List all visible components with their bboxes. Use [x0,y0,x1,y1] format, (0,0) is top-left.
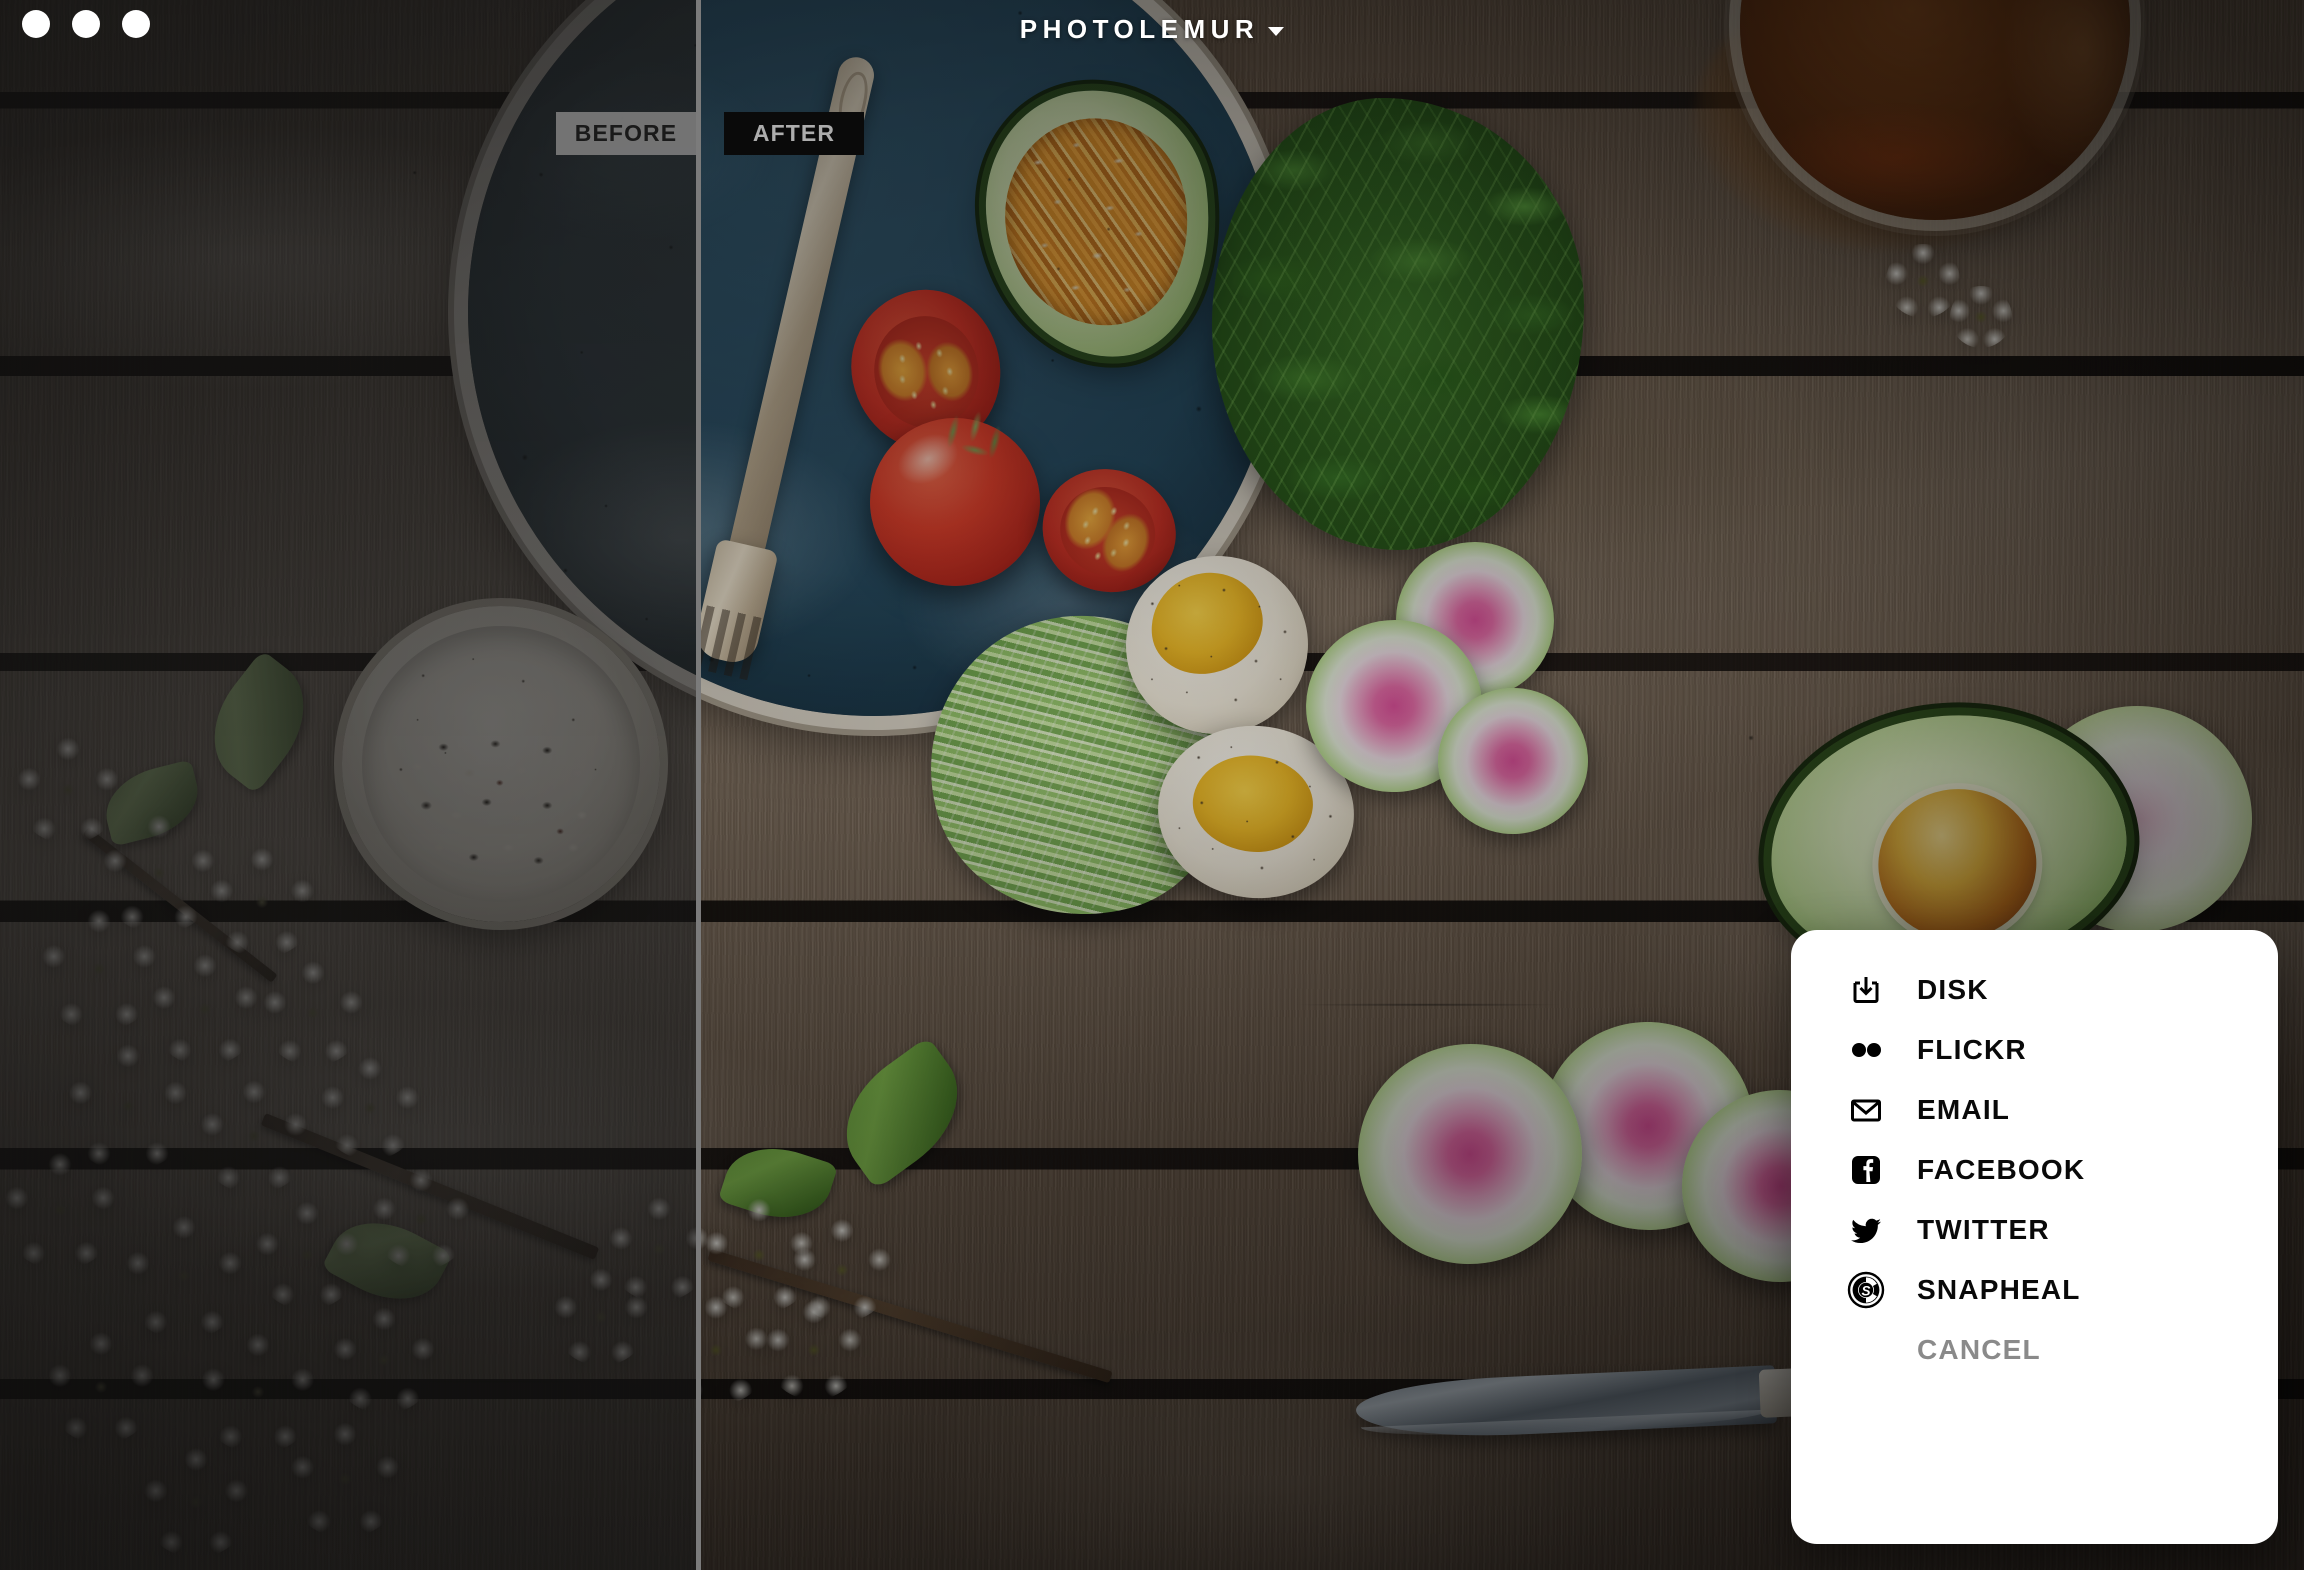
blossom [330,1306,438,1414]
photo-before-pane [0,0,696,1570]
share-item-label: DISK [1917,974,1989,1005]
blossom [552,1268,650,1366]
tomato-whole [870,392,1040,586]
chevron-down-icon[interactable] [1268,27,1285,36]
blossom [140,1446,252,1558]
sunflower-seeds [993,107,1200,337]
share-item-cancel[interactable]: CANCEL [1791,1320,2278,1380]
photo-before [0,0,696,1570]
blossom [286,1420,404,1538]
share-item-label: FACEBOOK [1917,1154,2086,1185]
share-item-disk[interactable]: DISK [1791,960,2278,1020]
shredded-carrot [993,107,1200,337]
blossom [1886,244,1960,318]
before-after-toggle: BEFORE AFTER [556,112,864,155]
flickr-dots-icon [1845,1029,1887,1071]
app-window: PHOTOLEMUR BEFORE AFTER DISK FLICKR EMAI… [0,0,2304,1570]
knife-blade [1354,1365,1778,1442]
blossom [764,1300,864,1400]
blossom [370,1168,472,1270]
after-button[interactable]: AFTER [724,112,864,155]
share-menu-panel: DISK FLICKR EMAIL FACEBOOK TWITTER S SNA… [1791,930,2278,1544]
blossom [14,736,122,844]
toggle-gap [696,112,724,155]
blossom [196,1330,320,1454]
snapheal-logo-icon: S [1845,1269,1887,1311]
pepper-flakes [1114,544,1320,746]
share-item-snapheal[interactable]: S SNAPHEAL [1791,1260,2278,1320]
seed-pile [396,718,612,880]
app-title-bar: PHOTOLEMUR [0,14,2304,45]
blossom [196,1078,312,1194]
share-item-label: SNAPHEAL [1917,1274,2081,1305]
blossom [44,1330,158,1444]
blossom [36,906,162,1032]
share-item-label: TWITTER [1917,1214,2050,1245]
share-item-label: EMAIL [1917,1094,2011,1125]
facebook-icon [1845,1149,1887,1191]
envelope-icon [1845,1089,1887,1131]
page-title: PHOTOLEMUR [1019,14,1260,44]
before-after-divider[interactable] [696,0,701,1570]
share-item-email[interactable]: EMAIL [1791,1080,2278,1140]
blossom [260,960,366,1066]
share-item-facebook[interactable]: FACEBOOK [1791,1140,2278,1200]
seed-bowl [342,606,660,922]
blossom [62,1040,194,1172]
blossom [318,1056,422,1160]
blossom [0,1150,120,1270]
before-button[interactable]: BEFORE [556,112,696,155]
blossom [1950,286,2012,348]
blossom [148,952,262,1066]
avocado-pit [1870,781,2044,947]
cancel-label: CANCEL [1917,1334,2041,1365]
svg-text:S: S [1861,1283,1870,1298]
download-to-disk-icon [1845,969,1887,1011]
boiled-egg-half [1114,544,1320,746]
blossom [206,846,318,958]
share-item-twitter[interactable]: TWITTER [1791,1200,2278,1260]
blossom [252,1200,362,1310]
blossom [120,1212,248,1340]
twitter-bird-icon [1845,1209,1887,1251]
share-item-flickr[interactable]: FLICKR [1791,1020,2278,1080]
share-item-label: FLICKR [1917,1034,2027,1065]
